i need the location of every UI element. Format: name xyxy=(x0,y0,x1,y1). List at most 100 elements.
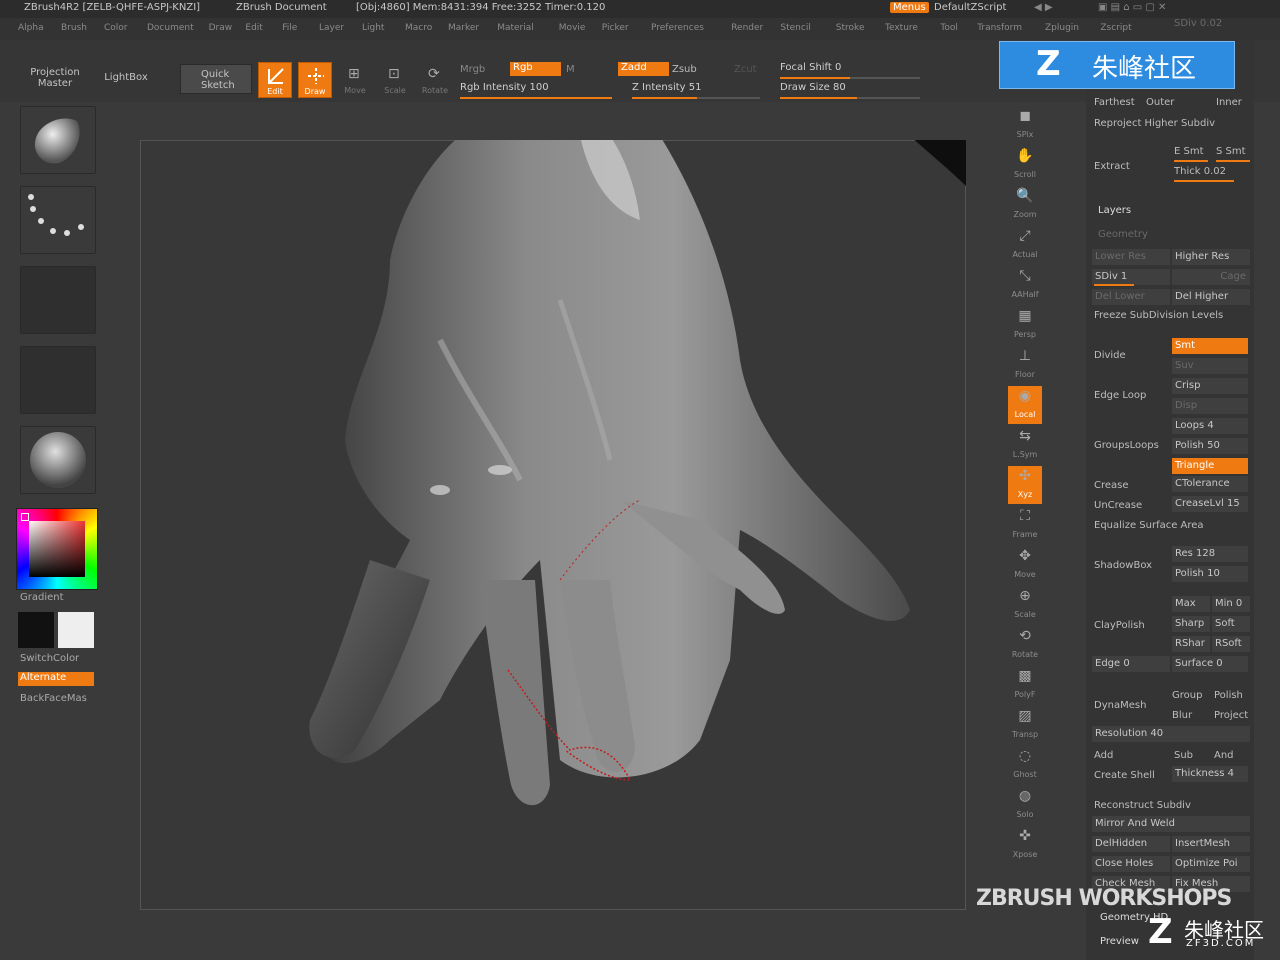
tool-frame-button[interactable]: ⛶ Frame xyxy=(1008,506,1042,544)
rgb-button[interactable]: Rgb xyxy=(510,62,561,76)
delhidden-button[interactable]: DelHidden xyxy=(1092,836,1170,852)
rgb-intensity-slider[interactable]: Rgb Intensity 100 xyxy=(460,82,612,99)
menu-item-light[interactable]: Light xyxy=(362,23,384,33)
color-picker[interactable] xyxy=(16,508,98,590)
layers-subpalette[interactable]: Layers xyxy=(1098,205,1131,216)
primary-color-swatch[interactable] xyxy=(18,612,54,648)
freeze-subdivision-button[interactable]: Freeze SubDivision Levels xyxy=(1094,310,1223,321)
lightbox-button[interactable]: LightBox xyxy=(96,62,156,96)
tool-persp-button[interactable]: ▦ Persp xyxy=(1008,306,1042,344)
window-icons[interactable]: ▣ ▤ ⌂ ▭ ▢ ✕ xyxy=(1098,2,1166,13)
backfacemask-button[interactable]: BackFaceMas xyxy=(20,693,87,704)
group-button[interactable]: Group xyxy=(1172,690,1202,701)
menu-item-stroke[interactable]: Stroke xyxy=(836,23,865,33)
tool-polyf-button[interactable]: ▩ PolyF xyxy=(1008,666,1042,704)
menu-item-picker[interactable]: Picker xyxy=(602,23,629,33)
sub-button[interactable]: Sub xyxy=(1174,750,1193,761)
close-holes-button[interactable]: Close Holes xyxy=(1092,856,1170,872)
draw-size-slider[interactable]: Draw Size 80 xyxy=(780,82,920,99)
edge-slider[interactable]: Edge 0 xyxy=(1092,656,1170,672)
m-button[interactable]: M xyxy=(566,64,575,75)
draw-button[interactable]: Draw xyxy=(298,62,332,98)
tool-rotate-button[interactable]: ⟲ Rotate xyxy=(1008,626,1042,664)
mrgb-button[interactable]: Mrgb xyxy=(460,64,485,75)
grouploops-button[interactable]: GroupsLoops xyxy=(1094,440,1159,451)
secondary-color-swatch[interactable] xyxy=(58,612,94,648)
farthest-button[interactable]: Farthest xyxy=(1094,97,1135,108)
menu-item-zscript[interactable]: Zscript xyxy=(1100,23,1131,33)
tool-xpose-button[interactable]: ✜ Xpose xyxy=(1008,826,1042,864)
quick-sketch-button[interactable]: Quick Sketch xyxy=(180,64,252,94)
zcut-button[interactable]: Zcut xyxy=(734,64,757,75)
thickness-slider[interactable]: Thickness 4 xyxy=(1172,766,1248,782)
scale-button[interactable]: ⊡ Scale xyxy=(378,62,412,98)
stroke-thumbnail[interactable] xyxy=(20,186,96,254)
gradient-label[interactable]: Gradient xyxy=(20,592,64,603)
reproject-button[interactable]: Reproject Higher Subdiv xyxy=(1094,118,1215,129)
focal-shift-slider[interactable]: Focal Shift 0 xyxy=(780,62,920,79)
menu-item-texture[interactable]: Texture xyxy=(885,23,918,33)
project-button[interactable]: Project xyxy=(1214,710,1248,721)
menu-item-tool[interactable]: Tool xyxy=(940,23,957,33)
surface-slider[interactable]: Surface 0 xyxy=(1172,656,1248,672)
menu-item-stencil[interactable]: Stencil xyxy=(780,23,810,33)
tool-actual-button[interactable]: ⤢ Actual xyxy=(1008,226,1042,264)
move-button[interactable]: ⊞ Move xyxy=(338,62,372,98)
max-slider[interactable]: Max xyxy=(1172,596,1210,612)
blur-slider[interactable]: Blur xyxy=(1172,710,1192,721)
smt-button[interactable]: Smt xyxy=(1172,338,1248,354)
lower-res-button[interactable]: Lower Res xyxy=(1092,249,1170,265)
higher-res-button[interactable]: Higher Res xyxy=(1172,249,1250,265)
tool-move-button[interactable]: ✥ Move xyxy=(1008,546,1042,584)
res-slider[interactable]: Res 128 xyxy=(1172,546,1248,562)
mirror-and-weld-button[interactable]: Mirror And Weld xyxy=(1092,816,1250,832)
crease-button[interactable]: Crease xyxy=(1094,480,1129,491)
disp-button[interactable]: Disp xyxy=(1172,398,1248,414)
document-canvas[interactable] xyxy=(140,140,966,910)
suv-button[interactable]: Suv xyxy=(1172,358,1248,374)
tool-scroll-button[interactable]: ✋ Scroll xyxy=(1008,146,1042,184)
tool-xyz-button[interactable]: ✣ Xyz xyxy=(1008,466,1042,504)
texture-thumbnail[interactable] xyxy=(20,346,96,414)
menu-item-brush[interactable]: Brush xyxy=(61,23,87,33)
sdiv-slider[interactable]: SDiv 1 xyxy=(1092,269,1170,285)
optimize-points-button[interactable]: Optimize Poi xyxy=(1172,856,1250,872)
tool-scale-button[interactable]: ⊕ Scale xyxy=(1008,586,1042,624)
rsoft-slider[interactable]: RSoft xyxy=(1212,636,1250,652)
nav-arrows-icon[interactable]: ◀ ▶ xyxy=(1034,2,1053,13)
tool-floor-button[interactable]: ⊥ Floor xyxy=(1008,346,1042,384)
tool-spix-button[interactable]: ◼ SPix xyxy=(1008,106,1042,144)
inner-button[interactable]: Inner xyxy=(1216,97,1242,108)
outer-button[interactable]: Outer xyxy=(1146,97,1174,108)
default-zscript[interactable]: DefaultZScript xyxy=(934,2,1006,13)
color-square[interactable] xyxy=(29,521,85,577)
dynamesh-button[interactable]: DynaMesh xyxy=(1094,700,1146,711)
menu-item-macro[interactable]: Macro xyxy=(405,23,432,33)
polish-10-slider[interactable]: Polish 10 xyxy=(1172,566,1248,582)
sharp-slider[interactable]: Sharp xyxy=(1172,616,1210,632)
claypolish-button[interactable]: ClayPolish xyxy=(1094,620,1145,631)
zsub-button[interactable]: Zsub xyxy=(672,64,697,75)
hand-sculpt-model[interactable] xyxy=(140,140,966,910)
menu-item-file[interactable]: File xyxy=(282,23,297,33)
tool-aahalf-button[interactable]: ⤡ AAHalf xyxy=(1008,266,1042,304)
polish-slider[interactable]: Polish 50 xyxy=(1172,438,1248,454)
menu-item-edit[interactable]: Edit xyxy=(245,23,262,33)
edit-button[interactable]: Edit xyxy=(258,62,292,98)
brush-thumbnail[interactable] xyxy=(20,106,96,174)
e-smt-button[interactable]: E Smt xyxy=(1174,146,1204,157)
thick-slider[interactable]: Thick 0.02 xyxy=(1174,166,1226,177)
menu-item-layer[interactable]: Layer xyxy=(319,23,344,33)
loops-slider[interactable]: Loops 4 xyxy=(1172,418,1248,434)
del-lower-button[interactable]: Del Lower xyxy=(1092,289,1170,305)
tool-local-button[interactable]: ◉ Local xyxy=(1008,386,1042,424)
reconstruct-subdiv-button[interactable]: Reconstruct Subdiv xyxy=(1094,800,1191,811)
menus-button[interactable]: Menus xyxy=(890,2,929,13)
extract-button[interactable]: Extract xyxy=(1094,161,1130,172)
tool-zoom-button[interactable]: 🔍 Zoom xyxy=(1008,186,1042,224)
insertmesh-button[interactable]: InsertMesh xyxy=(1172,836,1250,852)
alternate-button[interactable]: Alternate xyxy=(18,672,94,686)
menu-item-transform[interactable]: Transform xyxy=(977,23,1022,33)
shadowbox-button[interactable]: ShadowBox xyxy=(1094,560,1152,571)
edge-loop-button[interactable]: Edge Loop xyxy=(1094,390,1146,401)
